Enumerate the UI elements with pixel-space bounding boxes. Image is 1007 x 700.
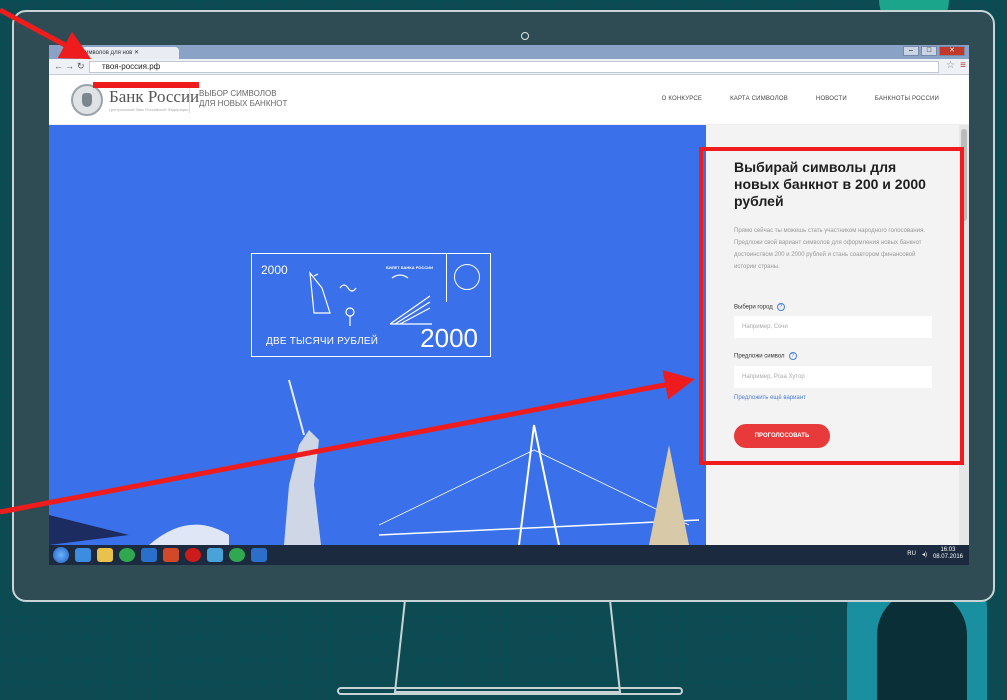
app-icon[interactable] bbox=[207, 548, 223, 562]
close-button[interactable]: ✕ bbox=[939, 46, 965, 56]
banknote-denomination-large: 2000 bbox=[420, 323, 478, 353]
main-nav: О КОНКУРСЕ КАРТА СИМВОЛОВ НОВОСТИ БАНКНО… bbox=[662, 96, 939, 102]
banknote-denomination-small: 2000 bbox=[261, 263, 288, 277]
nav-item-banknotes[interactable]: БАНКНОТЫ РОССИИ bbox=[875, 96, 939, 102]
banknote-watermark-panel bbox=[446, 254, 490, 302]
address-bar-row: ← → ↻ твоя-россия.рф ☆ ≡ bbox=[49, 59, 969, 75]
banknote-text: ДВЕ ТЫСЯЧИ РУБЛЕЙ bbox=[266, 336, 379, 347]
landmarks-illustration bbox=[49, 379, 700, 545]
site-subtitle-line2: ДЛЯ НОВЫХ БАНКНОТ bbox=[199, 99, 288, 108]
site-subtitle-line1: ВЫБОР СИМВОЛОВ bbox=[199, 89, 277, 98]
browser-titlebar: имволов для нов ✕ – □ ✕ bbox=[49, 45, 969, 59]
outlook-icon[interactable] bbox=[141, 548, 157, 562]
webcam-icon bbox=[521, 32, 529, 40]
monitor-stand bbox=[337, 600, 683, 695]
back-icon[interactable]: ← bbox=[54, 61, 63, 71]
clock-date: 08.07.2016 bbox=[932, 554, 963, 560]
window-controls: – □ ✕ bbox=[903, 46, 965, 56]
language-indicator[interactable]: RU bbox=[907, 551, 916, 557]
chrome-icon[interactable] bbox=[119, 548, 135, 562]
maximize-button[interactable]: □ bbox=[921, 46, 937, 56]
volume-icon[interactable]: ◂) bbox=[922, 551, 927, 558]
banknote-illustration: 2000 БИЛЕТ БАНКА РОССИИ ДВЕ ТЫСЯЧИ РУБЛЕ… bbox=[251, 253, 491, 357]
reload-icon[interactable]: ↻ bbox=[77, 61, 85, 72]
nav-item-about[interactable]: О КОНКУРСЕ bbox=[662, 96, 702, 102]
bank-logo-icon[interactable] bbox=[71, 84, 103, 116]
ie-icon[interactable] bbox=[75, 548, 91, 562]
logo-subtitle: Центральный банк Российской Федерации bbox=[109, 107, 189, 112]
logo-title[interactable]: Банк России bbox=[109, 87, 199, 107]
nav-item-map[interactable]: КАРТА СИМВОЛОВ bbox=[730, 96, 788, 102]
clock-time: 16:03 bbox=[940, 547, 956, 553]
site-subtitle: ВЫБОР СИМВОЛОВ ДЛЯ НОВЫХ БАНКНОТ bbox=[199, 89, 319, 109]
outlook-icon[interactable] bbox=[251, 548, 267, 562]
chrome-icon[interactable] bbox=[229, 548, 245, 562]
browser-tab[interactable]: имволов для нов ✕ bbox=[79, 47, 179, 59]
hero-banner: 2000 БИЛЕТ БАНКА РОССИИ ДВЕ ТЫСЯЧИ РУБЛЕ… bbox=[49, 125, 706, 545]
form-highlight-annotation bbox=[699, 147, 964, 465]
taskbar: RU ◂) 16:03 08.07.2016 bbox=[49, 545, 969, 565]
star-icon[interactable]: ☆ bbox=[946, 60, 955, 71]
minimize-button[interactable]: – bbox=[903, 46, 919, 56]
nav-item-news[interactable]: НОВОСТИ bbox=[816, 96, 847, 102]
menu-icon[interactable]: ≡ bbox=[960, 60, 966, 71]
system-tray: RU ◂) 16:03 08.07.2016 bbox=[907, 547, 963, 561]
start-icon[interactable] bbox=[53, 547, 69, 563]
banknote-monuments-icon bbox=[309, 271, 432, 326]
url-underline-annotation bbox=[93, 82, 199, 88]
clock[interactable]: 16:03 08.07.2016 bbox=[933, 547, 963, 561]
explorer-icon[interactable] bbox=[97, 548, 113, 562]
decor-shape-dark bbox=[877, 590, 967, 700]
opera-icon[interactable] bbox=[185, 548, 201, 562]
forward-icon[interactable]: → bbox=[65, 61, 74, 71]
header-divider bbox=[189, 87, 190, 113]
powerpoint-icon[interactable] bbox=[163, 548, 179, 562]
watermark-circle-icon bbox=[454, 264, 480, 290]
url-field[interactable]: твоя-россия.рф bbox=[89, 61, 939, 73]
